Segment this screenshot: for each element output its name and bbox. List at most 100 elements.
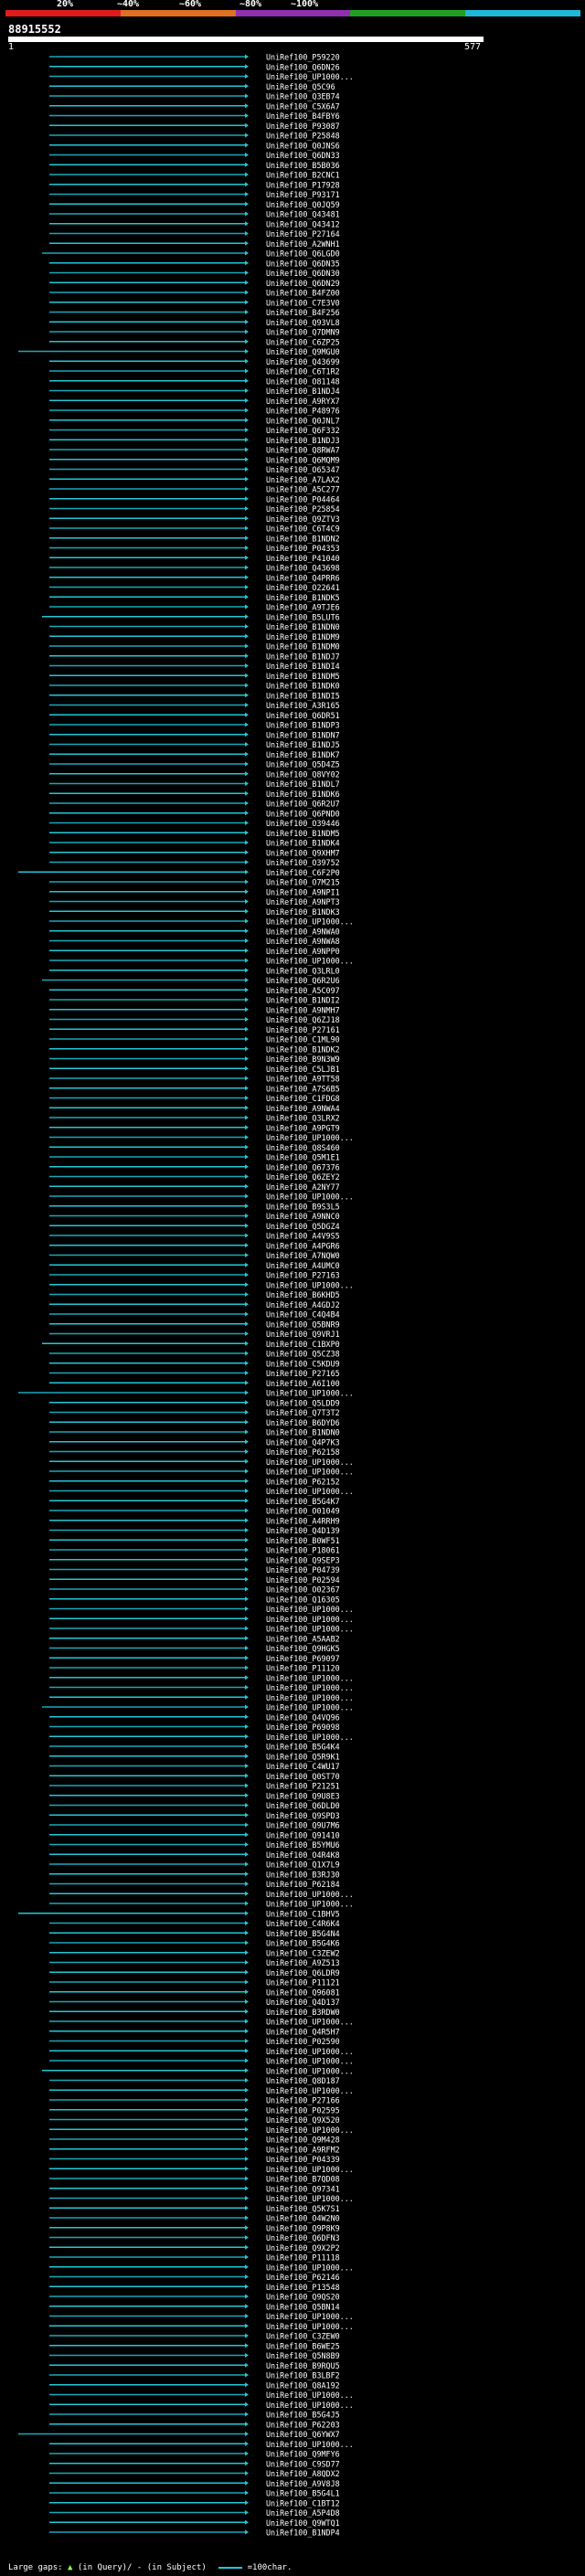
hit-label[interactable]: UniRef100_B1NDK6 (266, 790, 340, 799)
hit-label[interactable]: UniRef100_Q6DLD0 (266, 1801, 340, 1810)
hit-label[interactable]: UniRef100_UP1000... (266, 2057, 354, 2066)
hit-label[interactable]: UniRef100_O65347 (266, 465, 340, 474)
hit-label[interactable]: UniRef100_Q93VL8 (266, 318, 340, 327)
hit-label[interactable]: UniRef100_Q6R2U7 (266, 800, 340, 809)
hit-label[interactable]: UniRef100_B1NDJ4 (266, 387, 340, 396)
hit-row[interactable]: UniRef100_UP1000... (49, 1890, 354, 1899)
hit-row[interactable]: UniRef100_B1NDJ5 (49, 740, 340, 749)
hit-row[interactable]: UniRef100_B1NDK0 (49, 682, 340, 691)
hit-row[interactable]: UniRef100_Q4VQ96 (49, 1712, 340, 1722)
hit-row[interactable]: UniRef100_A9NNC0 (49, 1212, 340, 1221)
hit-row[interactable]: UniRef100_A9TJE6 (49, 603, 340, 612)
hit-row[interactable]: UniRef100_P27163 (49, 1271, 340, 1280)
hit-row[interactable]: UniRef100_B1NDK3 (49, 907, 340, 917)
hit-row[interactable]: UniRef100_B2CNC1 (49, 171, 340, 180)
hit-label[interactable]: UniRef100_UP1000... (266, 2312, 354, 2321)
hit-row[interactable]: UniRef100_A5AAB2 (49, 1634, 340, 1643)
hit-row[interactable]: UniRef100_UP1000... (49, 1458, 354, 1467)
hit-row[interactable]: UniRef100_B6KHD5 (49, 1290, 340, 1299)
hit-row[interactable]: UniRef100_Q3LRX2 (49, 1114, 340, 1123)
hit-row[interactable]: UniRef100_P25848 (49, 132, 340, 141)
hit-label[interactable]: UniRef100_Q5C96 (266, 82, 335, 91)
hit-label[interactable]: UniRef100_O39446 (266, 819, 340, 828)
hit-row[interactable]: UniRef100_B5B036 (49, 161, 340, 170)
hit-label[interactable]: UniRef100_Q6R2U6 (266, 976, 340, 985)
hit-row[interactable]: UniRef100_P17928 (49, 180, 340, 189)
hit-label[interactable]: UniRef100_Q43699 (266, 357, 340, 366)
hit-label[interactable]: UniRef100_A7S6B5 (266, 1084, 340, 1093)
hit-row[interactable]: UniRef100_UP1000... (49, 2194, 354, 2203)
hit-row[interactable]: UniRef100_B5G4K7 (49, 1497, 340, 1506)
hit-label[interactable]: UniRef100_B3RJ30 (266, 1870, 340, 1879)
hit-row[interactable]: UniRef100_Q6LDR9 (49, 1968, 340, 1977)
hit-row[interactable]: UniRef100_B5G4K6 (49, 1939, 340, 1948)
hit-row[interactable]: UniRef100_B9S3L5 (49, 1202, 340, 1211)
hit-row[interactable]: UniRef100_A2NY77 (49, 1182, 340, 1192)
hit-label[interactable]: UniRef100_A9NNC0 (266, 1212, 340, 1221)
hit-row[interactable]: UniRef100_UP1000... (49, 2263, 354, 2272)
hit-row[interactable]: UniRef100_P02594 (49, 1575, 340, 1585)
hit-row[interactable]: UniRef100_Q5N8B9 (49, 2351, 340, 2360)
hit-label[interactable]: UniRef100_Q9U7M6 (266, 1821, 340, 1830)
hit-row[interactable]: UniRef100_Q6DLD0 (49, 1801, 340, 1810)
hit-label[interactable]: UniRef100_UP1000... (266, 2322, 354, 2331)
hit-row[interactable]: UniRef100_B5G4J5 (49, 2411, 340, 2420)
hit-row[interactable]: UniRef100_P93087 (49, 122, 340, 131)
hit-row[interactable]: UniRef100_P04353 (49, 544, 340, 553)
hit-row[interactable]: UniRef100_Q4D139 (49, 1526, 340, 1535)
hit-label[interactable]: UniRef100_C1FDG8 (266, 1094, 340, 1103)
hit-row[interactable]: UniRef100_UP1000... (49, 72, 354, 81)
hit-label[interactable]: UniRef100_B1NDM5 (266, 829, 340, 838)
hit-row[interactable]: UniRef100_Q9MFY6 (49, 2450, 340, 2459)
hit-label[interactable]: UniRef100_C3ZEW0 (266, 2332, 340, 2341)
hit-label[interactable]: UniRef100_C7E3V0 (266, 298, 340, 307)
hit-label[interactable]: UniRef100_B1NDK0 (266, 682, 340, 691)
hit-row[interactable]: UniRef100_C5KDU9 (49, 1359, 340, 1368)
hit-row[interactable]: UniRef100_C1ML90 (49, 1035, 340, 1044)
hit-label[interactable]: UniRef100_B5YMU6 (266, 1840, 340, 1850)
hit-row[interactable]: UniRef100_B1NDJ3 (49, 436, 340, 445)
hit-row[interactable]: UniRef100_UP1000... (49, 2018, 354, 2027)
hit-label[interactable]: UniRef100_Q0JNS6 (266, 141, 340, 150)
hit-label[interactable]: UniRef100_Q8RWA7 (266, 446, 340, 455)
hit-label[interactable]: UniRef100_UP1000... (266, 1487, 354, 1496)
hit-label[interactable]: UniRef100_UP1000... (266, 1900, 354, 1909)
hit-label[interactable]: UniRef100_B1NDM5 (266, 672, 340, 681)
hit-label[interactable]: UniRef100_C1BHV5 (266, 1909, 340, 1918)
hit-label[interactable]: UniRef100_A4V9S5 (266, 1232, 340, 1241)
hit-row[interactable]: UniRef100_Q0ST70 (49, 1772, 340, 1781)
hit-row[interactable]: UniRef100_O22641 (49, 583, 340, 592)
hit-label[interactable]: UniRef100_Q9XHM7 (266, 848, 340, 857)
hit-row[interactable]: UniRef100_P25854 (49, 504, 340, 514)
hit-label[interactable]: UniRef100_P21251 (266, 1782, 340, 1791)
hit-label[interactable]: UniRef100_P04739 (266, 1565, 340, 1574)
hit-label[interactable]: UniRef100_Q5M1E1 (266, 1153, 340, 1162)
hit-row[interactable]: UniRef100_Q5M1E1 (49, 1153, 340, 1162)
hit-row[interactable]: UniRef100_Q9MGU0 (18, 347, 340, 356)
hit-row[interactable]: UniRef100_A9Z513 (49, 1958, 340, 1967)
hit-row[interactable]: UniRef100_B5G4K4 (49, 1743, 340, 1752)
hit-row[interactable]: UniRef100_Q3EB74 (49, 92, 340, 101)
hit-row[interactable]: UniRef100_A9NPI1 (49, 887, 340, 896)
hit-row[interactable]: UniRef100_B4F256 (49, 308, 340, 317)
hit-label[interactable]: UniRef100_Q9MFY6 (266, 2450, 340, 2459)
hit-label[interactable]: UniRef100_C5KDU9 (266, 1359, 340, 1368)
hit-row[interactable]: UniRef100_A4V9S5 (49, 1232, 340, 1241)
hit-row[interactable]: UniRef100_P04339 (49, 2155, 340, 2164)
hit-row[interactable]: UniRef100_P27166 (49, 2096, 340, 2105)
hit-label[interactable]: UniRef100_B4FZ00 (266, 289, 340, 298)
hit-row[interactable]: UniRef100_A7NQW0 (49, 1251, 340, 1260)
hit-row[interactable]: UniRef100_Q8D187 (49, 2076, 340, 2085)
hit-label[interactable]: UniRef100_C5LJB1 (266, 1065, 340, 1074)
hit-label[interactable]: UniRef100_A2NY77 (266, 1182, 340, 1192)
hit-row[interactable]: UniRef100_UP1000... (49, 2440, 354, 2449)
hit-row[interactable]: UniRef100_P21251 (49, 1782, 340, 1791)
hit-label[interactable]: UniRef100_A4RRH9 (266, 1516, 340, 1525)
hit-label[interactable]: UniRef100_UP1000... (266, 1389, 354, 1398)
hit-label[interactable]: UniRef100_Q6DN29 (266, 279, 340, 288)
hit-label[interactable]: UniRef100_B1NDL7 (266, 779, 340, 789)
hit-row[interactable]: UniRef100_Q16305 (49, 1595, 340, 1604)
hit-label[interactable]: UniRef100_P48976 (266, 407, 340, 416)
hit-label[interactable]: UniRef100_Q8VY02 (266, 769, 340, 779)
hit-label[interactable]: UniRef100_B1NDK2 (266, 1044, 340, 1054)
